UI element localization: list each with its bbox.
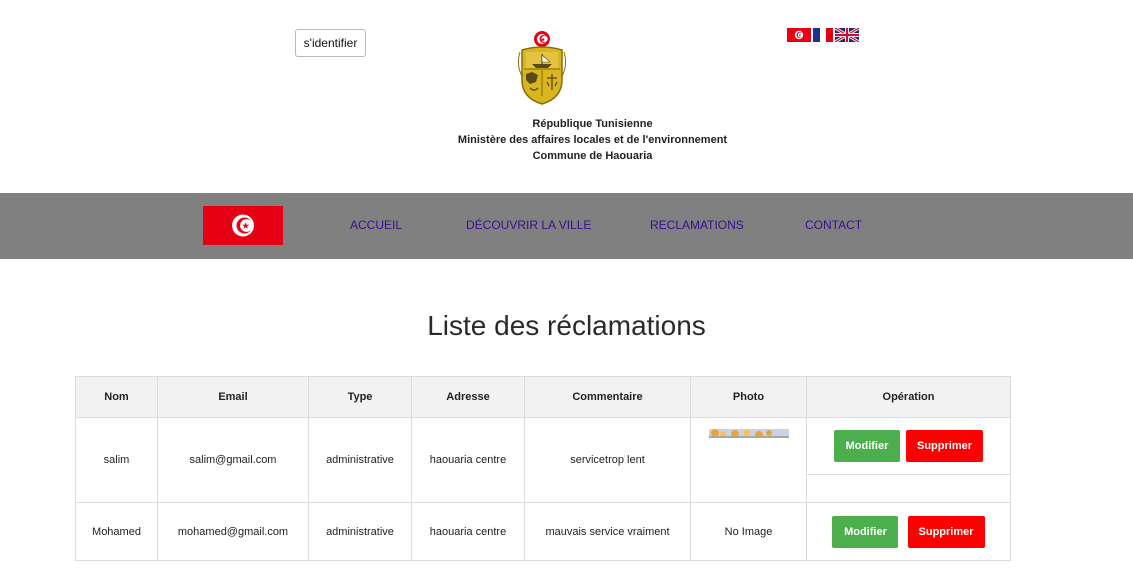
- tunisia-flag-logo-icon[interactable]: [203, 206, 283, 245]
- republic-label: République Tunisienne: [532, 118, 653, 130]
- supprimer-button[interactable]: Supprimer: [907, 515, 985, 548]
- table-row: Mohamed mohamed@gmail.com administrative…: [75, 502, 1011, 561]
- operation-buttons: Modifier Supprimer: [807, 418, 1010, 475]
- column-header-nom: Nom: [75, 376, 158, 418]
- language-switcher: [787, 28, 859, 42]
- nav-accueil[interactable]: ACCUEIL: [350, 218, 402, 232]
- table-row: salim salim@gmail.com administrative hao…: [75, 417, 1011, 503]
- reclamation-photo-thumbnail[interactable]: [708, 429, 789, 438]
- ministry-label: Ministère des affaires locales et de l'e…: [457, 134, 728, 146]
- cell-photo: [690, 417, 807, 503]
- nav-reclamations[interactable]: RECLAMATIONS: [650, 218, 744, 232]
- french-flag-icon[interactable]: [813, 28, 833, 42]
- cell-nom: salim: [75, 417, 158, 503]
- login-button[interactable]: s'identifier: [295, 29, 366, 57]
- column-header-email: Email: [157, 376, 309, 418]
- table-header-row: Nom Email Type Adresse Commentaire Photo…: [75, 376, 1011, 418]
- reclamations-table: Nom Email Type Adresse Commentaire Photo…: [75, 376, 1011, 561]
- page-title: Liste des réclamations: [427, 310, 706, 341]
- nav-contact[interactable]: CONTACT: [805, 218, 862, 232]
- cell-operation: Modifier Supprimer: [806, 502, 1011, 561]
- cell-email: mohamed@gmail.com: [157, 502, 309, 561]
- column-header-adresse: Adresse: [411, 376, 525, 418]
- cell-type: administrative: [308, 502, 412, 561]
- arabic-flag-icon[interactable]: [787, 28, 811, 42]
- cell-adresse: haouaria centre: [411, 502, 525, 561]
- commune-label: Commune de Haouaria: [532, 150, 653, 162]
- cell-type: administrative: [308, 417, 412, 503]
- nav-decouvrir-la-ville[interactable]: DÉCOUVRIR LA VILLE: [466, 218, 591, 232]
- cell-commentaire: mauvais service vraiment: [524, 502, 691, 561]
- cell-photo: No Image: [690, 502, 807, 561]
- cell-email: salim@gmail.com: [157, 417, 309, 503]
- column-header-operation: Opération: [806, 376, 1011, 418]
- site-header: s'identifier République Tunisienne Minis…: [0, 0, 1133, 193]
- column-header-type: Type: [308, 376, 412, 418]
- english-flag-icon[interactable]: [835, 28, 859, 42]
- cell-nom: Mohamed: [75, 502, 158, 561]
- cell-adresse: haouaria centre: [411, 417, 525, 503]
- modifier-button[interactable]: Modifier: [834, 430, 900, 462]
- government-title: République Tunisienne Ministère des affa…: [0, 116, 1133, 164]
- modifier-button[interactable]: Modifier: [832, 515, 899, 548]
- cell-commentaire: servicetrop lent: [524, 417, 691, 503]
- column-header-commentaire: Commentaire: [524, 376, 691, 418]
- supprimer-button[interactable]: Supprimer: [906, 430, 983, 462]
- main-navbar: ACCUEIL DÉCOUVRIR LA VILLE RECLAMATIONS …: [0, 193, 1133, 259]
- cell-operation: Modifier Supprimer: [806, 417, 1011, 503]
- reclamations-table-container: Nom Email Type Adresse Commentaire Photo…: [75, 376, 1011, 561]
- tunisia-coat-of-arms-icon: [517, 31, 567, 105]
- column-header-photo: Photo: [690, 376, 807, 418]
